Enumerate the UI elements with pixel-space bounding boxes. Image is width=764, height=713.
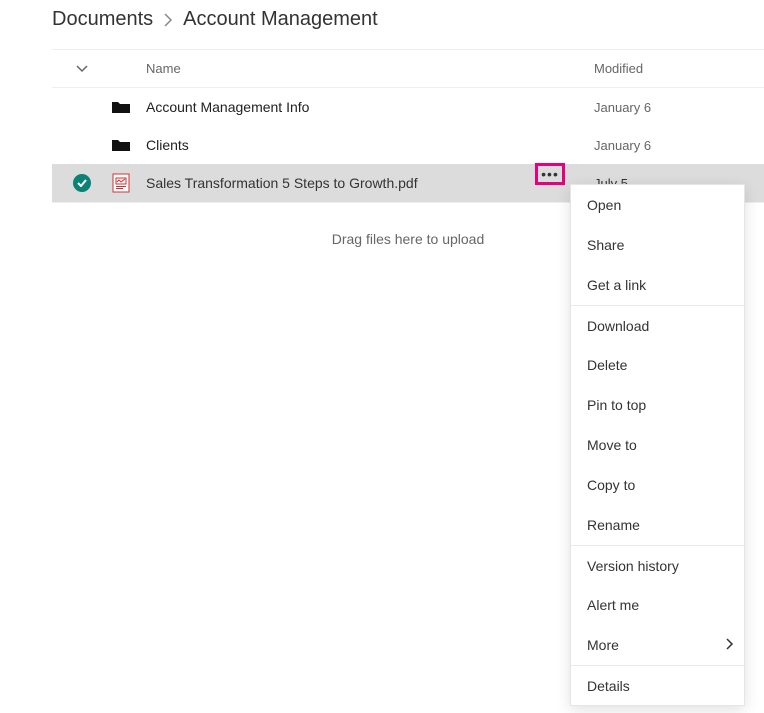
menu-item-open[interactable]: Open: [571, 185, 744, 225]
folder-icon: [112, 138, 146, 152]
pdf-icon: [112, 173, 146, 193]
menu-item-copy-to[interactable]: Copy to: [571, 465, 744, 505]
menu-item-label: Move to: [587, 437, 637, 453]
row-select[interactable]: [52, 174, 112, 192]
menu-item-move-to[interactable]: Move to: [571, 425, 744, 465]
file-modified: January 6: [594, 138, 764, 153]
menu-item-alert-me[interactable]: Alert me: [571, 585, 744, 625]
menu-item-rename[interactable]: Rename: [571, 505, 744, 545]
menu-item-label: Download: [587, 318, 649, 334]
menu-item-label: Version history: [587, 558, 679, 574]
table-row[interactable]: Account Management Info January 6: [52, 88, 764, 126]
menu-item-get-a-link[interactable]: Get a link: [571, 265, 744, 305]
menu-item-label: Rename: [587, 517, 640, 533]
file-name[interactable]: Account Management Info: [146, 99, 309, 115]
menu-item-share[interactable]: Share: [571, 225, 744, 265]
check-circle-icon: [73, 174, 91, 192]
chevron-right-icon: [726, 637, 734, 653]
menu-item-label: Get a link: [587, 277, 646, 293]
breadcrumb: Documents Account Management: [52, 8, 764, 31]
menu-item-label: Copy to: [587, 477, 635, 493]
menu-item-more[interactable]: More: [571, 625, 744, 665]
breadcrumb-current: Account Management: [183, 8, 378, 31]
table-row[interactable]: Clients January 6: [52, 126, 764, 164]
menu-item-details[interactable]: Details: [571, 665, 744, 705]
menu-item-pin-to-top[interactable]: Pin to top: [571, 385, 744, 425]
file-name[interactable]: Sales Transformation 5 Steps to Growth.p…: [146, 175, 418, 191]
breadcrumb-root[interactable]: Documents: [52, 8, 153, 31]
column-header-name[interactable]: Name: [146, 61, 594, 76]
menu-item-download[interactable]: Download: [571, 305, 744, 345]
menu-item-label: Alert me: [587, 597, 639, 613]
menu-item-label: Delete: [587, 357, 627, 373]
file-name[interactable]: Clients: [146, 137, 189, 153]
table-header: Name Modified: [52, 50, 764, 88]
chevron-right-icon: [163, 13, 173, 27]
file-table: Name Modified Account Management Info Jan…: [52, 49, 764, 203]
menu-item-delete[interactable]: Delete: [571, 345, 744, 385]
menu-item-label: Share: [587, 237, 624, 253]
menu-item-label: Details: [587, 678, 630, 694]
file-modified: January 6: [594, 100, 764, 115]
more-actions-button[interactable]: •••: [535, 163, 565, 185]
menu-item-label: Open: [587, 197, 621, 213]
select-all-toggle[interactable]: [52, 65, 112, 73]
menu-item-label: Pin to top: [587, 397, 646, 413]
menu-item-version-history[interactable]: Version history: [571, 545, 744, 585]
folder-icon: [112, 100, 146, 114]
context-menu: Open Share Get a link Download Delete Pin to …: [570, 184, 745, 706]
menu-item-label: More: [587, 637, 619, 653]
column-header-modified[interactable]: Modified: [594, 61, 764, 76]
